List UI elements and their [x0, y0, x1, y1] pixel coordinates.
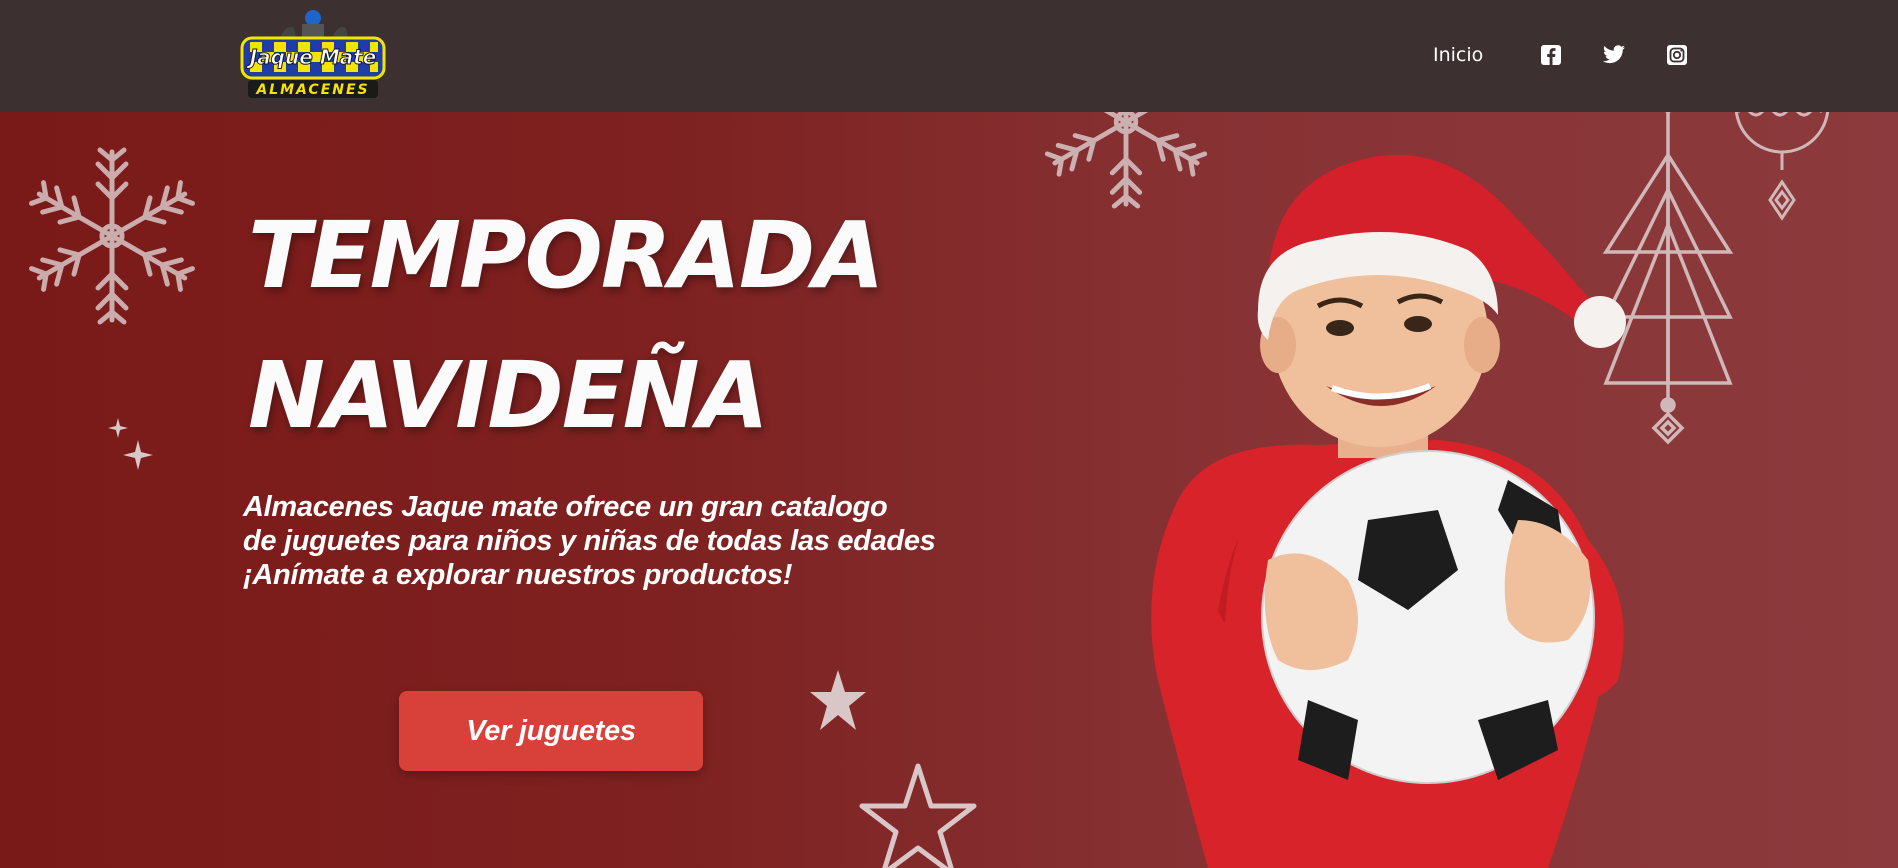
instagram-icon[interactable]	[1666, 44, 1688, 66]
hero-title-line-1: TEMPORADA	[248, 202, 884, 309]
hero-description-line-3: ¡Anímate a explorar nuestros productos!	[243, 559, 793, 591]
hero-photo-boy-soccer-ball	[1151, 154, 1626, 868]
facebook-icon[interactable]	[1540, 44, 1562, 66]
hero-description: Almacenes Jaque mate ofrece un gran cata…	[243, 490, 943, 592]
star-icon	[810, 670, 866, 730]
star-outline-icon	[859, 763, 977, 868]
hero-description-line-1: Almacenes Jaque mate ofrece un gran cata…	[243, 491, 888, 523]
hero-description-line-2: de juguetes para niños y niñas de todas …	[243, 525, 936, 557]
hero-title-line-2: NAVIDEÑA	[248, 342, 769, 449]
logo-graphic: Jaque Mate ALMACENES	[240, 10, 386, 98]
svg-text:ALMACENES: ALMACENES	[255, 82, 369, 98]
twitter-icon[interactable]	[1602, 44, 1626, 66]
jaque-mate-logo[interactable]: Jaque Mate ALMACENES	[240, 8, 386, 104]
svg-text:Jaque Mate: Jaque Mate	[246, 45, 377, 69]
sparkle-icon	[108, 418, 153, 470]
ver-juguetes-button[interactable]: Ver juguetes	[399, 691, 703, 771]
snowflake-left-icon	[29, 147, 195, 325]
nav-link-inicio[interactable]: Inicio	[1433, 44, 1483, 66]
site-header: Jaque Mate ALMACENES Inicio	[0, 0, 1898, 112]
